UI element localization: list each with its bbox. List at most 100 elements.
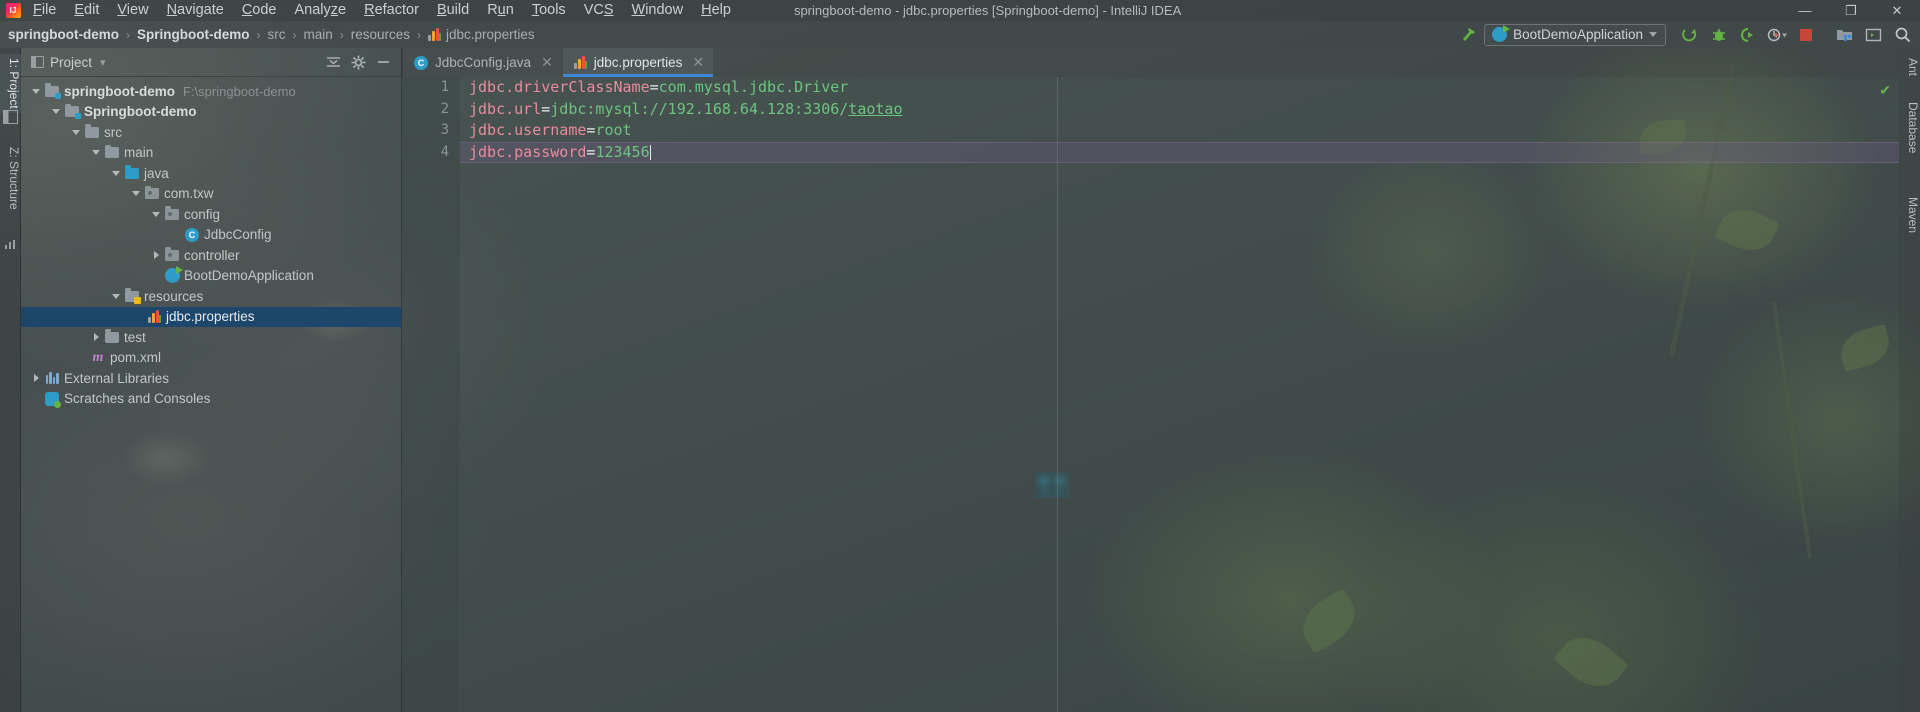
package-icon (143, 185, 161, 200)
code-line-1[interactable]: jdbc.driverClassName=com.mysql.jdbc.Driv… (460, 77, 1899, 99)
code-line-3[interactable]: jdbc.username=root (460, 120, 1899, 142)
code-line-4[interactable]: jdbc.password=123456 (460, 141, 1899, 163)
settings-gear-button[interactable] (347, 51, 370, 73)
menu-analyze[interactable]: Analyze (286, 0, 356, 21)
run-configuration-selector[interactable]: BootDemoApplication (1484, 23, 1666, 46)
terminal-button[interactable] (1860, 23, 1887, 47)
menu-refactor[interactable]: Refactor (355, 0, 428, 21)
tree-project-path: F:\springboot-demo (183, 83, 296, 99)
twisty-expanded-icon[interactable] (149, 211, 163, 217)
stop-button[interactable] (1792, 23, 1819, 47)
project-structure-button[interactable] (1831, 23, 1858, 47)
properties-file-icon (573, 56, 587, 69)
menu-view[interactable]: View (108, 0, 157, 21)
menu-window[interactable]: Window (623, 0, 693, 21)
folder-icon (103, 329, 121, 343)
chevron-down-icon[interactable]: ▾ (92, 56, 106, 69)
project-panel-header: Project ▾ (21, 48, 401, 77)
twisty-expanded-icon[interactable] (29, 88, 43, 94)
twisty-expanded-icon[interactable] (69, 129, 83, 135)
twisty-expanded-icon[interactable] (109, 293, 123, 299)
editor-tab-bar: C JdbcConfig.java ✕ jdbc.properties ✕ (402, 48, 1899, 77)
run-with-coverage-button[interactable] (1734, 23, 1761, 47)
project-folder-icon (43, 83, 61, 99)
run-button[interactable] (1676, 23, 1703, 47)
breadcrumb-item-project[interactable]: springboot-demo (8, 27, 119, 42)
breadcrumb-separator: › (126, 27, 130, 42)
code-line-2[interactable]: jdbc.url=jdbc:mysql://192.168.64.128:330… (460, 99, 1899, 121)
breadcrumb-item-resources[interactable]: resources (351, 27, 410, 42)
menu-edit[interactable]: Edit (65, 0, 108, 21)
twisty-expanded-icon[interactable] (109, 170, 123, 176)
tree-row-controller[interactable]: controller (21, 245, 401, 266)
tree-row-config[interactable]: config (21, 204, 401, 225)
twisty-expanded-icon[interactable] (89, 150, 103, 156)
twisty-collapsed-icon[interactable] (149, 251, 163, 260)
build-hammer-icon[interactable] (1455, 23, 1482, 47)
breadcrumb-item-src[interactable]: src (267, 27, 285, 42)
editor-tab-jdbc-properties[interactable]: jdbc.properties ✕ (561, 48, 714, 77)
tree-row-springboot-demo[interactable]: springboot-demo F:\springboot-demo (21, 81, 401, 102)
tree-row-resources[interactable]: resources (21, 286, 401, 307)
project-window-icon (3, 110, 18, 124)
menu-vcs[interactable]: VCS (575, 0, 623, 21)
breadcrumb-item-main[interactable]: main (303, 27, 332, 42)
menu-build[interactable]: Build (428, 0, 478, 21)
tool-window-button-database[interactable]: Database (1899, 98, 1920, 157)
tree-label: com.txw (164, 186, 214, 202)
code-content[interactable]: jdbc.driverClassName=com.mysql.jdbc.Driv… (460, 77, 1899, 712)
tree-row-jdbc-properties[interactable]: jdbc.properties (21, 306, 401, 327)
tool-window-button-structure[interactable]: Z: Structure (0, 143, 21, 214)
close-button[interactable]: ✕ (1874, 0, 1920, 21)
debug-button[interactable] (1705, 23, 1732, 47)
tree-row-bootdemoapplication[interactable]: BootDemoApplication (21, 266, 401, 287)
twisty-expanded-icon[interactable] (49, 109, 63, 115)
editor-gutter[interactable]: 1 2 3 4 (402, 77, 460, 712)
profiler-button[interactable] (1763, 23, 1790, 47)
tree-row-external-libraries[interactable]: External Libraries (21, 368, 401, 389)
tree-row-test[interactable]: test (21, 327, 401, 348)
maximize-button[interactable]: ❐ (1828, 0, 1874, 21)
favorites-icon[interactable] (4, 238, 17, 250)
tool-window-button-project[interactable]: 1: Project (0, 54, 21, 113)
maven-icon: m (92, 349, 104, 365)
tree-label: External Libraries (64, 370, 170, 386)
menu-help[interactable]: Help (692, 0, 740, 21)
collapse-all-button[interactable] (322, 51, 345, 73)
search-everywhere-button[interactable] (1889, 23, 1916, 47)
close-icon[interactable]: ✕ (541, 54, 553, 71)
tree-row-java[interactable]: java (21, 163, 401, 184)
equals-sign: = (541, 99, 551, 118)
tree-row-com-txw[interactable]: com.txw (21, 184, 401, 205)
breadcrumb-item-file[interactable]: jdbc.properties (428, 27, 535, 42)
minimize-button[interactable]: — (1782, 0, 1828, 21)
tree-row-module[interactable]: Springboot-demo (21, 102, 401, 123)
breadcrumb-item-module[interactable]: Springboot-demo (137, 27, 249, 42)
editor-tab-jdbcconfig-java[interactable]: C JdbcConfig.java ✕ (402, 48, 562, 77)
property-value: com.mysql.jdbc.Driver (658, 78, 849, 96)
tree-label: BootDemoApplication (184, 268, 314, 284)
twisty-collapsed-icon[interactable] (89, 333, 103, 342)
menu-navigate[interactable]: Navigate (158, 0, 233, 21)
tree-row-pom-xml[interactable]: m pom.xml (21, 348, 401, 369)
menu-tools[interactable]: Tools (523, 0, 575, 21)
menu-file[interactable]: File (24, 0, 65, 21)
tree-row-jdbcconfig[interactable]: C JdbcConfig (21, 225, 401, 246)
property-value-underlined: taotao (848, 99, 903, 118)
project-panel-title: Project (50, 54, 93, 70)
tool-window-button-maven[interactable]: Maven (1899, 193, 1920, 237)
twisty-collapsed-icon[interactable] (29, 374, 43, 383)
code-editor[interactable]: 1 2 3 4 jdbc.driverClassName=com.mysql.j… (402, 77, 1899, 712)
menu-run[interactable]: Run (478, 0, 523, 21)
tree-label: src (104, 124, 122, 140)
twisty-expanded-icon[interactable] (129, 191, 143, 197)
tree-row-scratches-and-consoles[interactable]: Scratches and Consoles (21, 389, 401, 410)
text-caret (649, 144, 651, 160)
hide-panel-button[interactable] (372, 51, 395, 73)
tool-window-button-ant[interactable]: Ant (1899, 54, 1920, 80)
tree-row-main[interactable]: main (21, 143, 401, 164)
close-icon[interactable]: ✕ (692, 54, 704, 71)
inspection-status-widget[interactable]: ✔ (1879, 83, 1891, 97)
menu-code[interactable]: Code (233, 0, 286, 21)
tree-row-src[interactable]: src (21, 122, 401, 143)
